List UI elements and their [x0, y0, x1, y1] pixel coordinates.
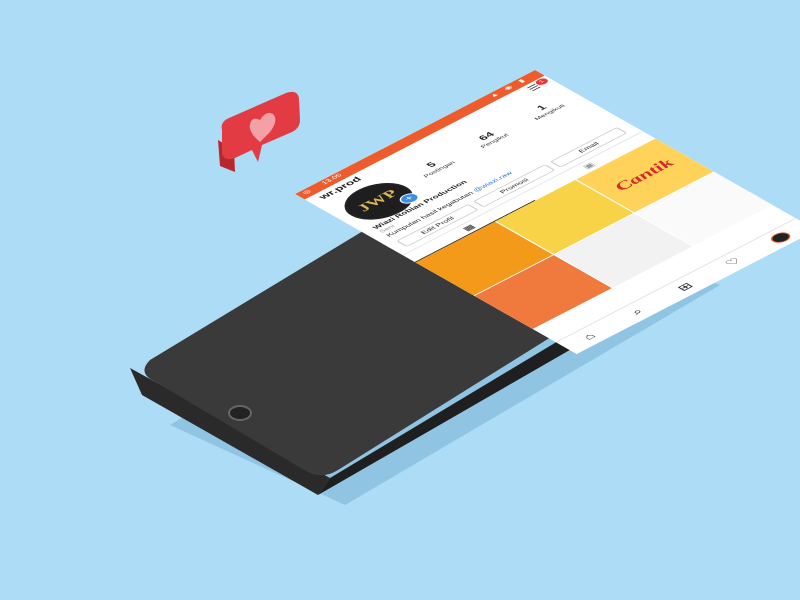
scene: ◎ 13.05 ▲ ◉ ▮ wr.prod ☰ 1 JWP + 5 Postin… [0, 0, 800, 600]
like-bubble [218, 91, 300, 172]
